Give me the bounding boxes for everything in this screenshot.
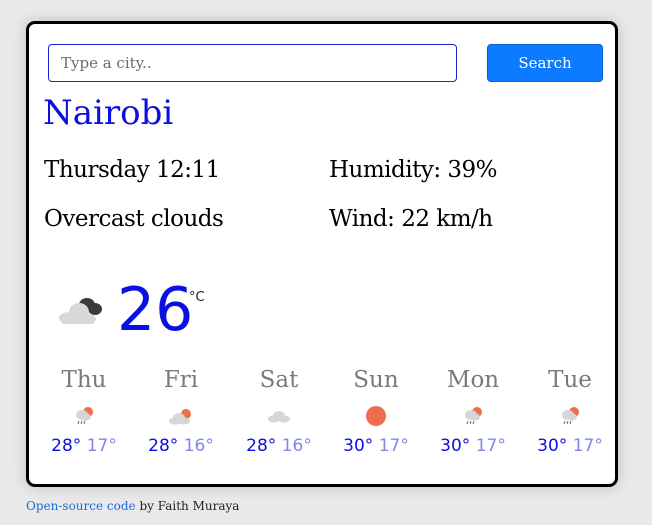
forecast-day: Thu 28° 17° — [39, 367, 129, 457]
humidity: Humidity: 39% — [329, 157, 498, 183]
forecast-max: 30° — [440, 436, 471, 456]
forecast-min: 17° — [475, 436, 506, 456]
author-credit: by Faith Muraya — [135, 499, 240, 513]
weather-card: Search Nairobi Thursday 12:11 Overcast c… — [26, 21, 618, 487]
search-button[interactable]: Search — [487, 44, 603, 82]
forecast-min: 17° — [378, 436, 409, 456]
forecast-max: 28° — [148, 436, 179, 456]
forecast-max: 30° — [343, 436, 374, 456]
forecast-day: Fri 28° 16° — [136, 367, 226, 457]
current-temperature: 26 — [117, 275, 194, 345]
footer: Open-source code by Faith Muraya — [26, 499, 239, 513]
forecast-day-name: Tue — [548, 367, 592, 393]
source-code-link[interactable]: Open-source code — [26, 499, 136, 513]
forecast-max: 30° — [537, 436, 568, 456]
forecast-day-name: Fri — [163, 367, 199, 393]
cloud-sun-icon — [169, 409, 191, 425]
forecast-max: 28° — [51, 436, 82, 456]
forecast-day: Sat 28° 16° — [234, 367, 324, 457]
city-search-input[interactable] — [48, 44, 457, 82]
forecast-day-name: Sun — [353, 367, 399, 393]
forecast-min: 17° — [86, 436, 117, 456]
forecast-max: 28° — [246, 436, 277, 456]
rain-sun-icon — [76, 407, 93, 425]
temperature-unit: °C — [189, 290, 205, 305]
forecast-list: Thu 28° 17° Fri 28° 16° Sat 28° 16° Sun … — [39, 369, 609, 479]
sun-icon — [366, 406, 386, 426]
forecast-day-name: Thu — [61, 367, 107, 393]
weather-description: Overcast clouds — [44, 206, 224, 232]
date-time: Thursday 12:11 — [44, 157, 220, 183]
forecast-day: Sun 30° 17° — [331, 367, 421, 457]
forecast-day: Tue 30° 17° — [525, 367, 615, 457]
overcast-clouds-icon — [59, 298, 102, 324]
rain-sun-icon — [562, 407, 579, 425]
forecast-min: 16° — [183, 436, 214, 456]
forecast-min: 16° — [281, 436, 312, 456]
city-name: Nairobi — [43, 93, 174, 133]
rain-sun-icon — [465, 407, 482, 425]
forecast-min: 17° — [572, 436, 603, 456]
cloud-icon — [268, 411, 290, 423]
wind: Wind: 22 km/h — [329, 206, 493, 232]
forecast-day: Mon 30° 17° — [428, 367, 518, 457]
forecast-day-name: Sat — [259, 367, 299, 393]
forecast-day-name: Mon — [446, 367, 500, 393]
